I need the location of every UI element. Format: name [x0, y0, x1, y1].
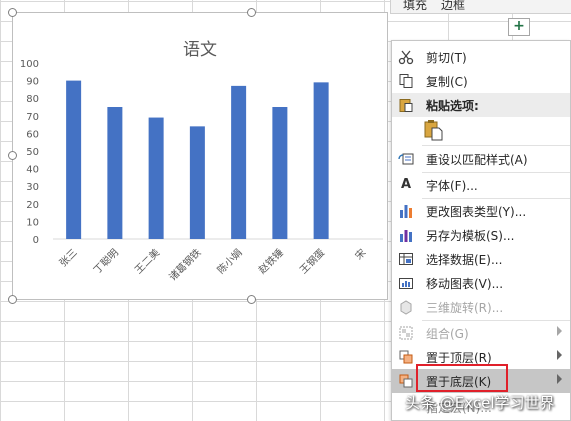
menu-item-send-to-back[interactable]: 置于底层(K) [392, 369, 570, 393]
select-data-icon [399, 253, 413, 265]
reset-style-icon [398, 153, 414, 165]
y-tick-label: 60 [26, 129, 39, 140]
y-tick-label: 100 [20, 59, 39, 70]
menu-item-font[interactable]: A 字体(F)... [392, 173, 570, 197]
y-tick-label: 90 [26, 77, 39, 88]
x-tick-label: 丁聪明 [91, 246, 121, 276]
border-button[interactable]: 边框 [441, 0, 465, 13]
chart-plot: 0 10 20 30 40 50 60 70 80 90 100 张三 丁聪明 王二美 诸葛钢铁 陈小娟 赵铁锤… [20, 59, 383, 283]
chart-bar[interactable] [148, 117, 164, 239]
resize-handle-top-left[interactable] [8, 8, 17, 17]
bring-front-icon [399, 350, 413, 364]
context-menu: 剪切(T) 复制(C) 粘贴选项: 重设以匹配样式(A) A 字体(F)... … [391, 40, 571, 421]
watermark: 头条 @Excel学习世界 [405, 394, 555, 412]
resize-handle-bottom-left[interactable] [8, 295, 17, 304]
menu-item-move-chart[interactable]: 移动图表(V)... [392, 271, 570, 295]
submenu-arrow-icon [557, 326, 562, 336]
paste-icon [399, 99, 413, 112]
x-tick-label: 张三 [57, 247, 80, 270]
font-icon: A [400, 177, 412, 192]
menu-item-group[interactable]: 组合(G) [392, 321, 570, 345]
x-tick-label: 赵铁锤 [256, 246, 286, 276]
move-chart-icon [399, 278, 413, 289]
submenu-arrow-icon [557, 350, 562, 360]
menu-item-3d-rotation[interactable]: 三维旋转(R)... [392, 295, 570, 319]
chart-type-icon [400, 205, 412, 218]
resize-handle-middle-left[interactable] [8, 151, 17, 160]
x-tick-label: 陈小娟 [214, 246, 244, 276]
menu-item-bring-to-front[interactable]: 置于顶层(R) [392, 345, 570, 369]
y-tick-label: 80 [26, 94, 39, 105]
format-toolbar: 填充 边框 [390, 0, 571, 14]
resize-handle-bottom-middle[interactable] [247, 295, 256, 304]
save-template-icon [400, 230, 412, 242]
y-tick-label: 40 [26, 165, 39, 176]
menu-separator [422, 145, 570, 146]
menu-item-change-chart-type[interactable]: 更改图表类型(Y)... [392, 199, 570, 223]
y-tick-label: 50 [26, 147, 39, 158]
chart-bar[interactable] [272, 107, 288, 239]
y-tick-label: 20 [26, 200, 39, 211]
chart-bar[interactable] [231, 85, 247, 239]
menu-item-cut[interactable]: 剪切(T) [392, 45, 570, 69]
rotate-3d-icon [400, 300, 412, 315]
submenu-arrow-icon [557, 374, 562, 384]
y-tick-label: 70 [26, 112, 39, 123]
chart-elements-plus-icon[interactable]: + [508, 18, 530, 36]
x-tick-label: 王二美 [132, 246, 162, 276]
group-icon [399, 326, 413, 340]
chart-bar[interactable] [189, 126, 205, 239]
chart-bar[interactable] [313, 82, 329, 239]
menu-item-copy[interactable]: 复制(C) [392, 69, 570, 93]
y-tick-label: 10 [26, 217, 39, 228]
resize-handle-top-middle[interactable] [247, 8, 256, 17]
chart-object[interactable]: 语文 0 10 20 30 40 50 60 70 80 90 100 张三 丁聪明 王二美 诸葛钢铁 陈小娟… [8, 8, 388, 304]
y-tick-label: 0 [33, 235, 39, 246]
chart-bar[interactable] [107, 107, 123, 239]
y-tick-label: 30 [26, 182, 39, 193]
scissors-icon [398, 50, 414, 65]
fill-button[interactable]: 填充 [403, 0, 427, 13]
x-tick-label: 诸葛钢铁 [166, 246, 203, 283]
x-tick-label: 宋 [352, 246, 368, 262]
copy-icon [399, 74, 413, 88]
menu-item-reset-style[interactable]: 重设以匹配样式(A) [392, 147, 570, 171]
x-tick-label: 王钢蛋 [297, 246, 327, 276]
chart-bar[interactable] [66, 80, 82, 239]
paste-clipboard-icon [424, 120, 443, 141]
send-back-icon [399, 374, 413, 388]
paste-options-header: 粘贴选项: [392, 93, 570, 117]
menu-item-select-data[interactable]: 选择数据(E)... [392, 247, 570, 271]
paste-keep-formatting-button[interactable] [424, 119, 444, 141]
menu-item-save-as-template[interactable]: 另存为模板(S)... [392, 223, 570, 247]
